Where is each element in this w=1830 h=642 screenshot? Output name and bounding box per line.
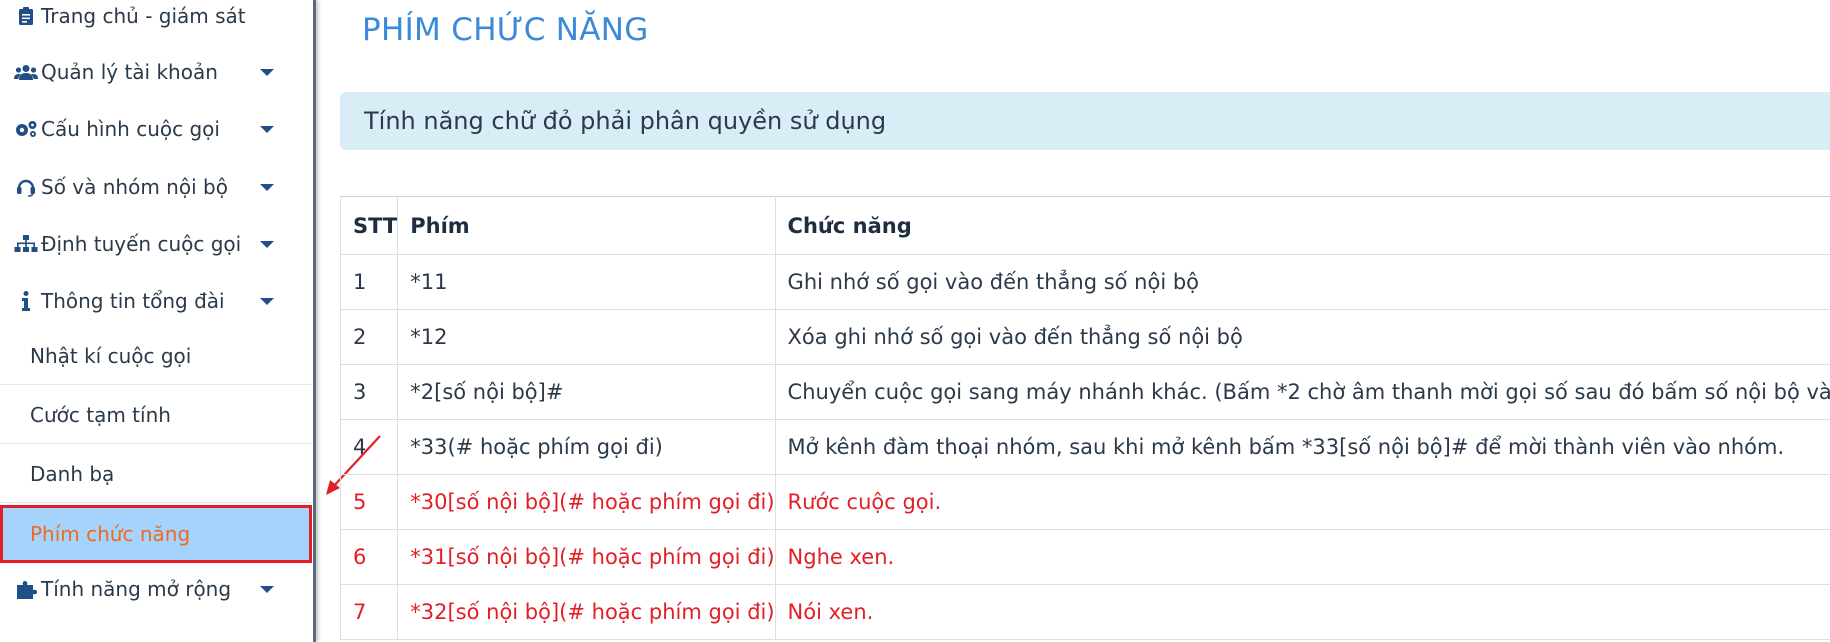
table-header-row: STT Phím Chức năng [339,196,1830,255]
users-icon [14,64,38,80]
cell-stt: 5 [339,474,399,530]
sidebar-item-label: Cấu hình cuộc gọi [41,117,220,141]
cell-stt: 6 [339,529,399,585]
cell-function: Chuyển cuộc gọi sang máy nhánh khác. (Bấ… [774,364,1830,420]
sidebar: Trang chủ - giám sát Quản lý tài khoản C… [0,0,316,642]
sidebar-subitem-label: Cước tạm tính [30,402,171,427]
cell-key: *31[số nội bộ](# hoặc phím gọi đi) [397,529,776,585]
sidebar-subitem-label: Danh bạ [30,461,115,486]
sidebar-item-label: Định tuyến cuộc gọi [41,232,242,256]
column-header-key: Phím [397,196,776,255]
cell-key: *30[số nội bộ](# hoặc phím gọi đi) [397,474,776,530]
cell-stt: 1 [339,254,399,310]
sidebar-item-internal-numbers[interactable]: Số và nhóm nội bộ [0,162,312,212]
table-row: 2 *12 Xóa ghi nhớ số gọi vào đến thẳng s… [339,309,1830,365]
table-row-restricted: 5 *30[số nội bộ](# hoặc phím gọi đi) Rướ… [339,474,1830,530]
cell-function: Ghi nhớ số gọi vào đến thẳng số nội bộ [774,254,1830,310]
cell-function: Mở kênh đàm thoại nhóm, sau khi mở kênh … [774,419,1830,475]
sidebar-item-label: Tính năng mở rộng [41,577,232,601]
page-title: PHÍM CHỨC NĂNG [362,12,649,48]
permission-notice: Tính năng chữ đỏ phải phân quyền sử dụng [340,92,1830,150]
sidebar-subitem-function-keys[interactable]: Phím chức năng [0,505,312,563]
cell-stt: 4 [339,419,399,475]
sitemap-icon [14,235,38,253]
cell-stt: 7 [339,584,399,640]
sidebar-item-label: Quản lý tài khoản [41,60,218,84]
chevron-down-icon[interactable] [260,586,274,593]
sidebar-subitem-phonebook[interactable]: Danh bạ [0,445,312,503]
chevron-down-icon[interactable] [260,69,274,76]
chevron-down-icon[interactable] [260,126,274,133]
cell-function: Nói xen. [774,584,1830,640]
cell-key: *33(# hoặc phím gọi đi) [397,419,776,475]
column-header-stt: STT [339,196,399,255]
sidebar-subitem-label: Phím chức năng [30,522,191,546]
table-row: 1 *11 Ghi nhớ số gọi vào đến thẳng số nộ… [339,254,1830,310]
column-header-function: Chức năng [774,196,1830,255]
headset-icon [14,177,38,197]
sidebar-item-label: Số và nhóm nội bộ [41,175,228,199]
sidebar-item-call-config[interactable]: Cấu hình cuộc gọi [0,104,312,154]
sidebar-subitem-label: Nhật kí cuộc gọi [30,343,192,368]
sidebar-item-call-routing[interactable]: Định tuyến cuộc gọi [0,219,312,269]
cell-function: Rước cuộc gọi. [774,474,1830,530]
clipboard-icon [14,7,38,25]
notice-text: Tính năng chữ đỏ phải phân quyền sử dụng [364,107,887,135]
table-row-restricted: 6 *31[số nội bộ](# hoặc phím gọi đi) Ngh… [339,529,1830,585]
sidebar-subitem-call-log[interactable]: Nhật kí cuộc gọi [0,327,312,385]
table-row: 4 *33(# hoặc phím gọi đi) Mở kênh đàm th… [339,419,1830,475]
cell-function: Xóa ghi nhớ số gọi vào đến thẳng số nội … [774,309,1830,365]
cell-function: Nghe xen. [774,529,1830,585]
sidebar-item-pbx-info[interactable]: Thông tin tổng đài [0,276,312,326]
cogs-icon [14,120,38,138]
sidebar-item-extended-features[interactable]: Tính năng mở rộng [0,564,312,614]
table-row-restricted: 7 *32[số nội bộ](# hoặc phím gọi đi) Nói… [339,584,1830,640]
cell-stt: 2 [339,309,399,365]
cell-key: *11 [397,254,776,310]
puzzle-icon [14,579,38,599]
chevron-down-icon[interactable] [260,241,274,248]
info-icon [14,291,38,311]
chevron-down-icon[interactable] [260,298,274,305]
sidebar-subitem-estimated-charges[interactable]: Cước tạm tính [0,386,312,444]
function-keys-table: STT Phím Chức năng 1 *11 Ghi nhớ số gọi … [339,196,1830,640]
sidebar-item-label: Thông tin tổng đài [41,289,225,313]
chevron-down-icon[interactable] [260,184,274,191]
cell-key: *32[số nội bộ](# hoặc phím gọi đi) [397,584,776,640]
sidebar-item-label: Trang chủ - giám sát [41,4,246,28]
sidebar-item-home-monitor[interactable]: Trang chủ - giám sát [0,0,312,41]
cell-stt: 3 [339,364,399,420]
sidebar-item-account-management[interactable]: Quản lý tài khoản [0,47,312,97]
cell-key: *2[số nội bộ]# [397,364,776,420]
table-row: 3 *2[số nội bộ]# Chuyển cuộc gọi sang má… [339,364,1830,420]
cell-key: *12 [397,309,776,365]
